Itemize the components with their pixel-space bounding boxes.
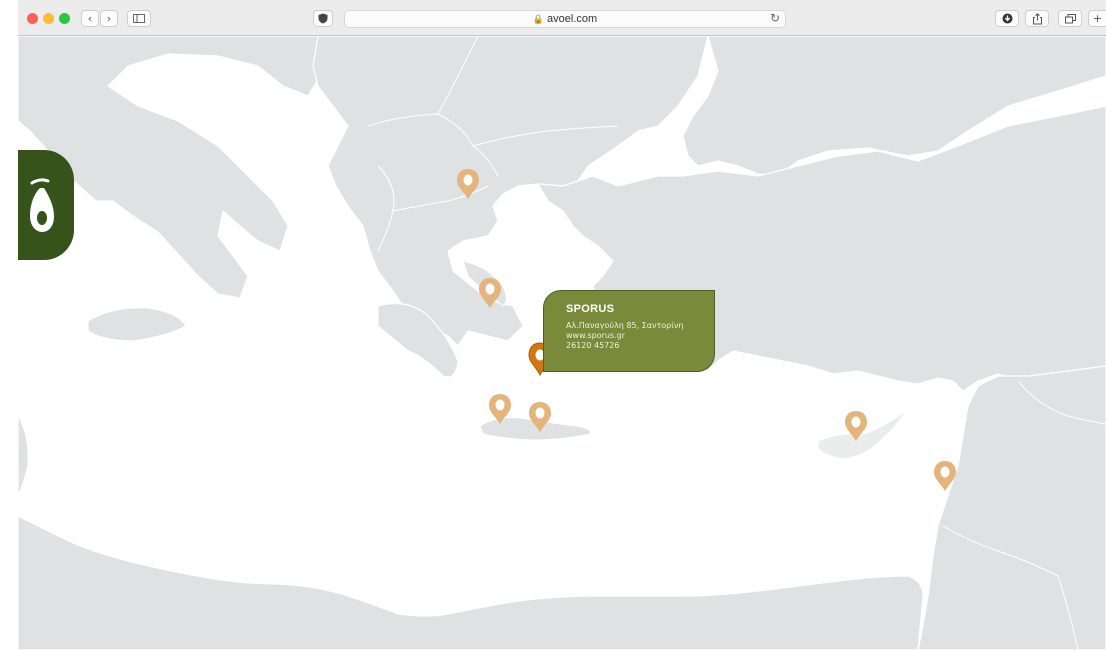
popup-phone: 26120 45726 (566, 341, 620, 350)
lock-icon: 🔒 (532, 14, 545, 24)
url-text: avoel.com (547, 13, 598, 25)
new-tab-button[interactable]: + (1088, 10, 1106, 27)
forward-button[interactable]: › (100, 10, 118, 27)
minimize-window-button[interactable] (43, 13, 54, 24)
chevron-left-icon: ‹ (87, 12, 93, 25)
address-bar[interactable]: 🔒 avoel.com (344, 10, 786, 28)
popup-address: Αλ.Παναγούλη 85, Σαντορίνη (566, 321, 684, 330)
download-icon (1002, 13, 1012, 24)
avocado-logo-icon (30, 178, 54, 232)
browser-toolbar: ‹ › 🔒 avoel.com ↻ + (18, 0, 1106, 36)
tabs-overview-button[interactable] (1058, 10, 1082, 27)
shield-icon (318, 13, 328, 24)
reload-icon[interactable]: ↻ (770, 11, 780, 25)
location-popup[interactable]: SPORUS Αλ.Παναγούλη 85, Σαντορίνη www.sp… (543, 290, 715, 372)
logo-tab[interactable] (18, 150, 74, 260)
chevron-right-icon: › (106, 12, 112, 25)
popup-website[interactable]: www.sporus.gr (566, 331, 704, 341)
sidebar-button[interactable] (127, 10, 151, 27)
plus-icon: + (1092, 12, 1103, 25)
tabs-icon (1064, 13, 1076, 23)
share-button[interactable] (1025, 10, 1049, 27)
maximize-window-button[interactable] (59, 13, 70, 24)
share-icon (1032, 12, 1042, 24)
close-window-button[interactable] (27, 13, 38, 24)
privacy-report-button[interactable] (313, 10, 333, 27)
back-button[interactable]: ‹ (81, 10, 99, 27)
popup-title: SPORUS (566, 303, 615, 315)
downloads-button[interactable] (995, 10, 1019, 27)
browser-window: ‹ › 🔒 avoel.com ↻ + SPORUS Αλ.Παναγούλη … (18, 0, 1106, 650)
sidebar-icon (133, 14, 145, 23)
